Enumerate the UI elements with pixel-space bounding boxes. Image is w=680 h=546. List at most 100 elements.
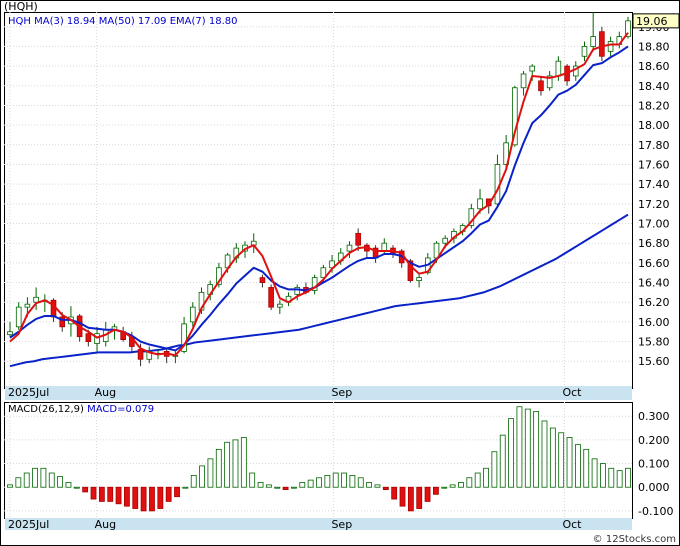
legend-item: 17.09 — [135, 16, 167, 27]
macd-bar-positive — [215, 448, 222, 488]
candle-up — [529, 65, 536, 72]
macd-bar-positive — [57, 476, 64, 488]
macd-bar-positive — [349, 474, 356, 488]
candle-up — [381, 242, 388, 252]
macd-bar-positive — [583, 448, 590, 488]
price-y-tick-label: 18.60 — [638, 60, 670, 73]
legend-item: HQH — [8, 16, 31, 27]
candle-up — [477, 198, 483, 210]
macd-bar-positive — [524, 408, 531, 488]
macd-bar-negative — [107, 486, 114, 502]
macd-bar-positive — [533, 411, 540, 488]
macd-bar-positive — [466, 477, 473, 488]
candle-up — [346, 244, 353, 252]
macd-bar-negative — [391, 486, 398, 500]
price-y-tick-label: 18.40 — [638, 80, 670, 93]
candle-down — [538, 80, 544, 92]
price-y-tick-label: 18.00 — [638, 119, 670, 132]
macd-x-tick-label: Aug — [95, 518, 116, 531]
candle-up — [520, 73, 527, 89]
macd-bar-negative — [407, 486, 414, 512]
macd-bar-positive — [257, 482, 264, 488]
macd-bar-negative — [416, 486, 423, 509]
macd-bar-positive — [324, 474, 331, 488]
macd-bar-negative — [424, 486, 431, 502]
macd-bar-positive — [48, 472, 55, 488]
macd-bar-positive — [616, 470, 623, 488]
macd-bar-negative — [282, 486, 289, 490]
price-y-tick-label: 16.40 — [638, 277, 670, 290]
macd-bar-positive — [190, 474, 197, 488]
macd-bar-positive — [474, 472, 481, 488]
candle-down — [259, 277, 266, 283]
legend-item: EMA(7) — [167, 16, 206, 27]
macd-bar-positive — [299, 482, 306, 488]
macd-bar-positive — [232, 439, 239, 488]
macd-bar-positive — [374, 484, 381, 488]
candle-up — [416, 277, 422, 281]
macd-bar-negative — [98, 486, 105, 502]
macd-legend: MACD(26,12,9) MACD=0.079 — [8, 404, 154, 415]
price-x-tick-label: Aug — [95, 386, 116, 399]
macd-x-tick-label: 2025Jul — [8, 518, 49, 531]
macd-bar-negative — [399, 486, 406, 507]
price-y-tick-label: 16.00 — [638, 316, 670, 329]
macd-bar-positive — [316, 477, 322, 488]
macd-bar-positive — [449, 484, 456, 488]
candle-up — [189, 306, 196, 323]
macd-bar-positive — [207, 458, 214, 488]
macd-bar-negative — [124, 486, 130, 507]
legend-item: 18.94 — [64, 16, 96, 27]
macd-bar-positive — [73, 486, 80, 489]
macd-y-tick-label: 0.200 — [638, 434, 670, 447]
macd-bar-positive — [265, 484, 272, 488]
macd-bar-positive — [23, 472, 30, 488]
price-y-tick-label: 17.40 — [638, 178, 670, 191]
candle-up — [33, 296, 39, 303]
macd-y-tick-label: 0.000 — [638, 481, 670, 494]
legend-item: MA(3) — [31, 16, 64, 27]
candle-down — [599, 31, 605, 57]
price-y-tick-label: 16.20 — [638, 296, 670, 309]
macd-bar-negative — [382, 486, 389, 490]
ticker-label: (HQH) — [4, 0, 38, 13]
candle-down — [50, 299, 57, 318]
macd-bar-negative — [149, 486, 155, 512]
candle-up — [581, 46, 588, 57]
price-y-tick-label: 18.20 — [638, 99, 670, 112]
price-x-tick-label: Sep — [331, 386, 352, 399]
macd-bar-positive — [7, 484, 13, 488]
price-x-tick-label: Oct — [562, 386, 582, 399]
macd-bar-negative — [140, 486, 147, 512]
price-legend: HQH MA(3) 18.94 MA(50) 17.09 EMA(7) 18.8… — [8, 16, 238, 27]
macd-bar-positive — [366, 482, 373, 488]
candle-down — [268, 287, 274, 308]
watermark: © 12Stocks.com — [593, 534, 676, 545]
macd-y-tick-label: 0.100 — [638, 458, 670, 471]
macd-bar-positive — [224, 441, 231, 488]
macd-bar-positive — [566, 437, 573, 488]
candle-up — [15, 306, 22, 328]
macd-bar-positive — [591, 458, 598, 488]
macd-bar-positive — [558, 432, 565, 488]
legend-item: MACD=0.079 — [84, 404, 154, 415]
price-y-tick-label: 17.20 — [638, 198, 670, 211]
legend-item: MACD(26,12,9) — [8, 404, 84, 415]
price-plot-frame — [4, 12, 633, 389]
macd-bar-negative — [132, 486, 139, 509]
candle-up — [277, 303, 283, 308]
candle-up — [7, 331, 13, 336]
macd-x-tick-label: Sep — [331, 518, 352, 531]
candle-down — [85, 333, 92, 342]
macd-bar-positive — [65, 482, 72, 488]
macd-bar-negative — [157, 486, 164, 509]
macd-bar-positive — [541, 420, 548, 488]
macd-bar-positive — [549, 427, 556, 488]
macd-bar-positive — [307, 479, 314, 488]
macd-bar-negative — [115, 486, 122, 505]
macd-bar-negative — [165, 486, 172, 502]
macd-bar-positive — [182, 486, 189, 489]
stock-chart: 15.60 15.80 16.00 16.20 16.40 16.60 16.80 17.00… — [0, 0, 680, 546]
macd-bar-positive — [15, 477, 22, 488]
candle-up — [24, 303, 31, 308]
